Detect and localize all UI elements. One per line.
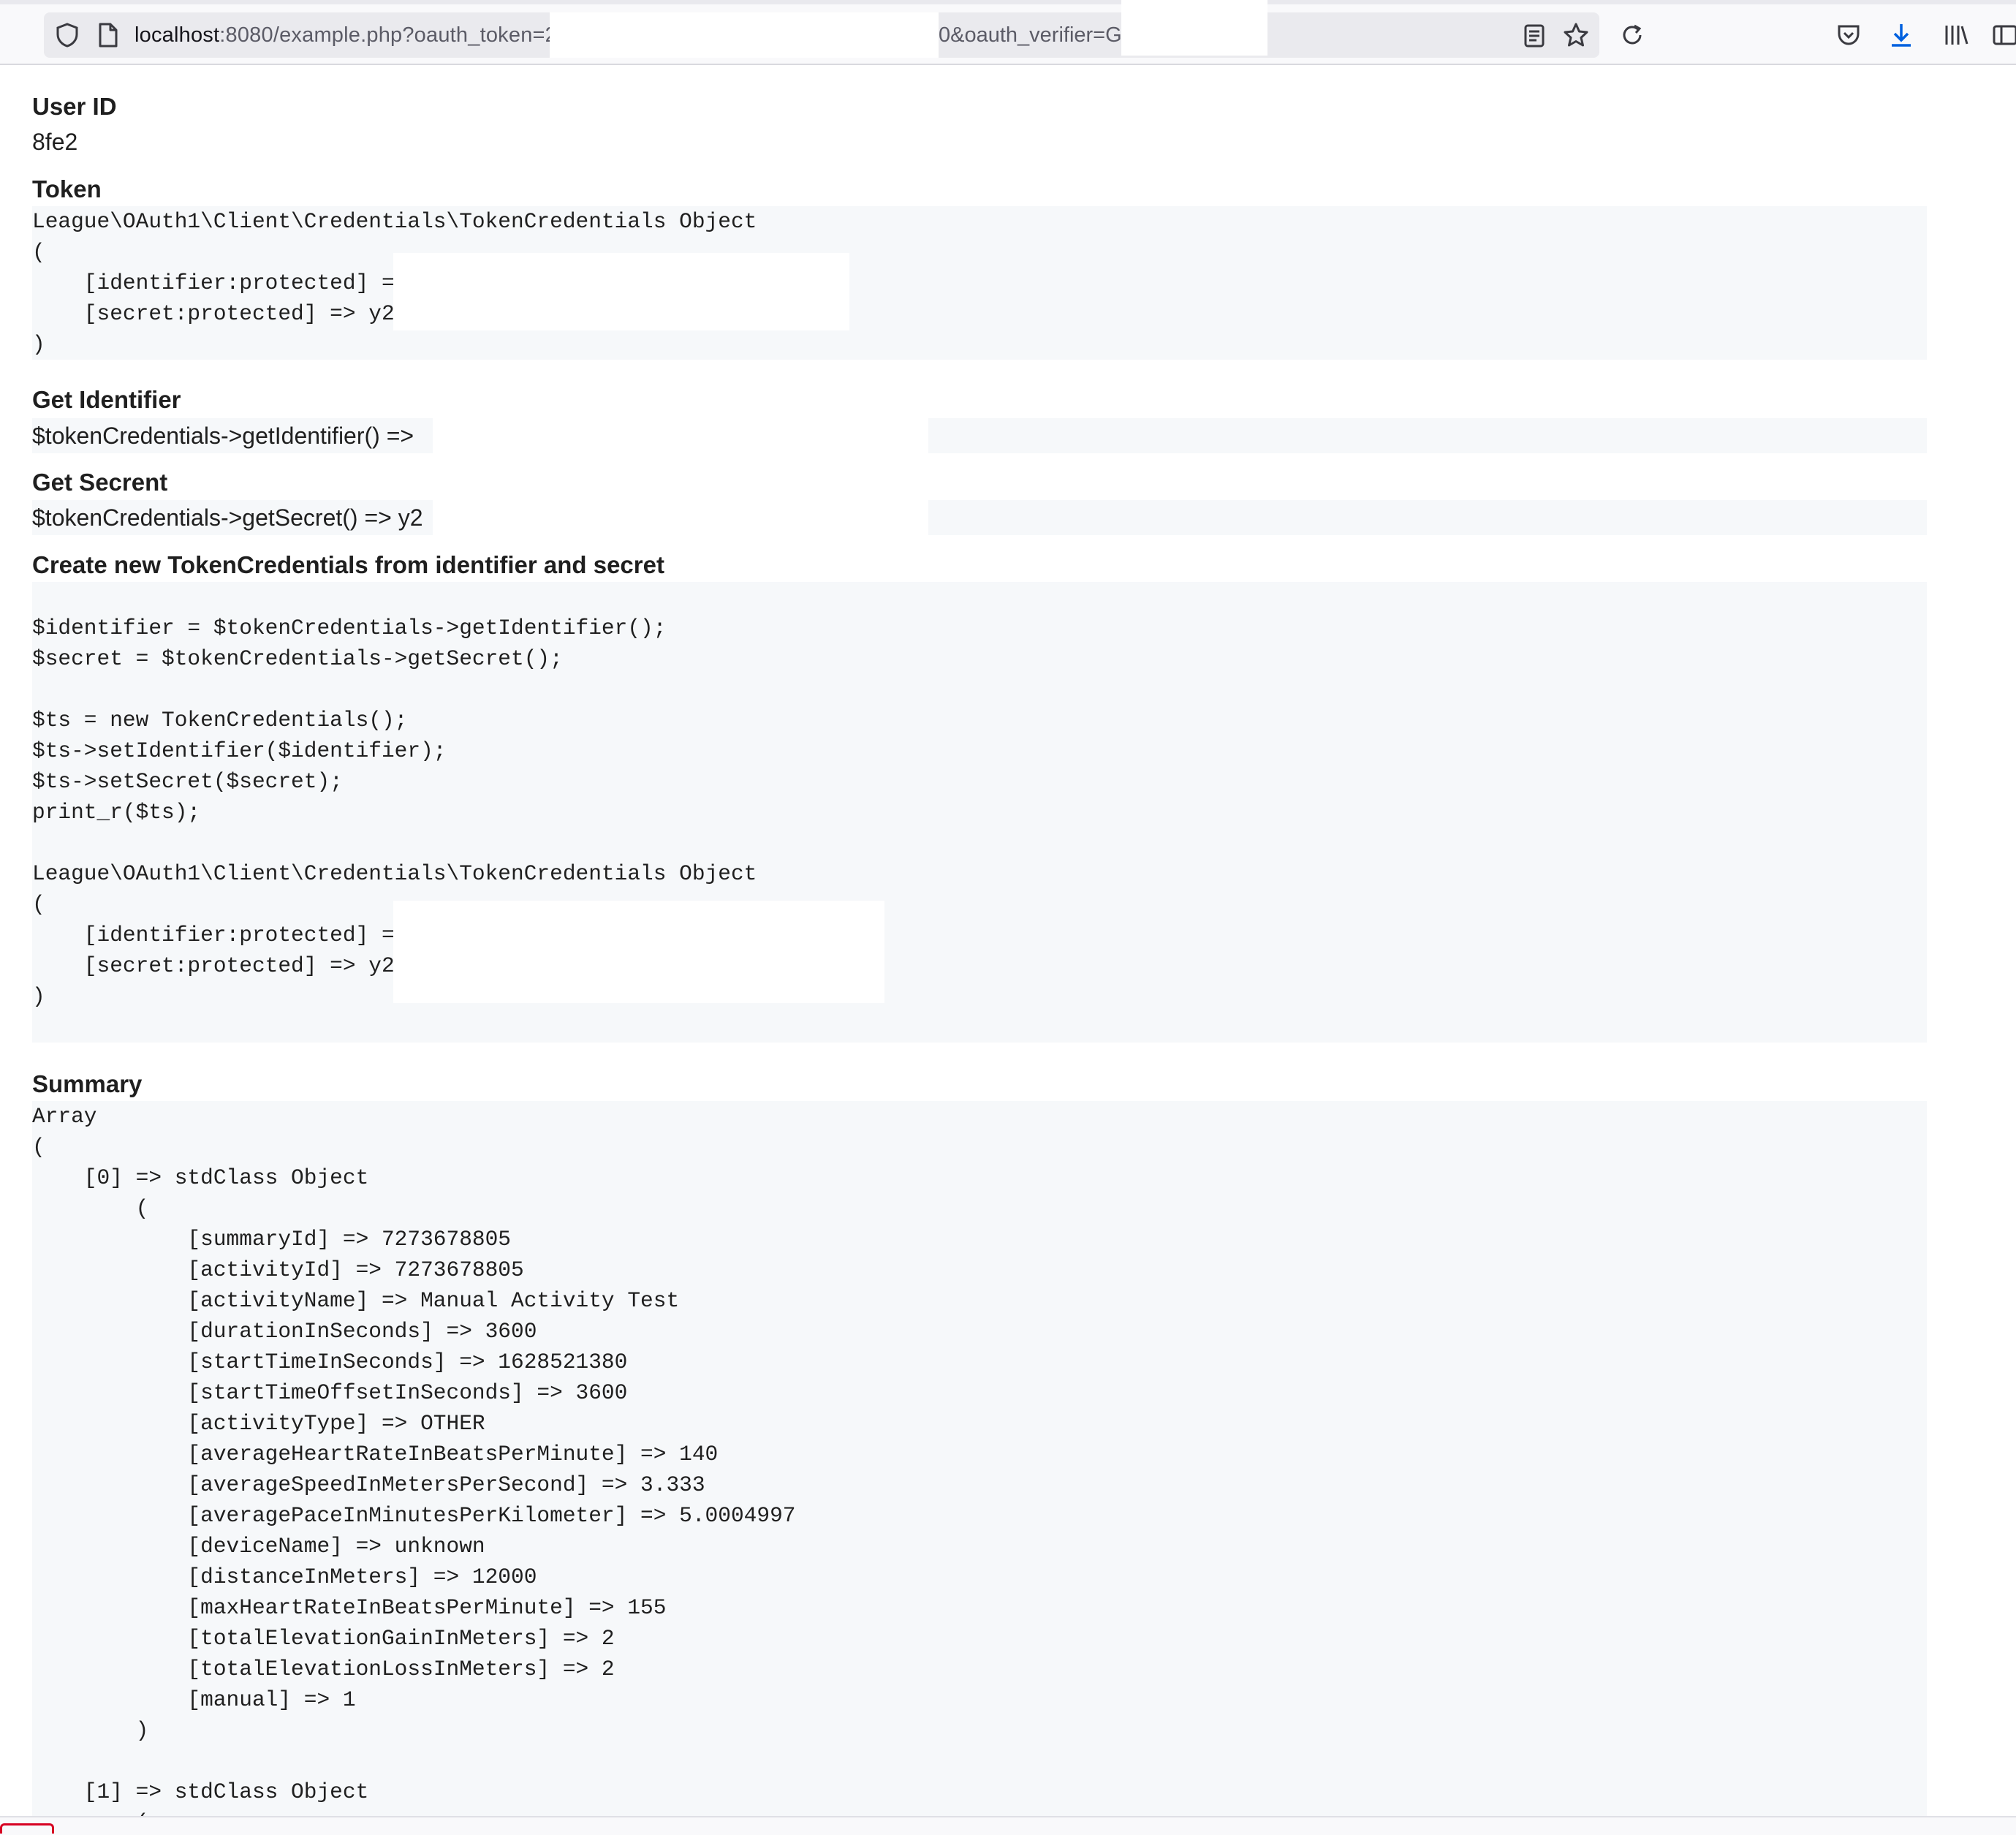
tab-strip-edge [0, 0, 2016, 4]
url-path: :8080/example.php?oauth_token=2 [219, 23, 557, 47]
token-dump-block: League\OAuth1\Client\Credentials\TokenCr… [32, 206, 1927, 360]
sidebar-icon[interactable] [1993, 24, 2016, 46]
create-code-block: $identifier = $tokenCredentials->getIden… [32, 582, 1927, 1043]
user-id-heading: User ID [32, 93, 117, 120]
reload-icon[interactable] [1620, 23, 1645, 48]
bookmark-star-icon[interactable] [1563, 22, 1589, 48]
token-heading: Token [32, 175, 102, 203]
url-text[interactable]: localhost:8080/example.php?oauth_token=2 [134, 12, 557, 58]
library-icon[interactable] [1943, 23, 1969, 47]
bottom-tab-indicator [0, 1823, 54, 1834]
code-background [928, 418, 1927, 453]
shield-icon[interactable] [56, 23, 79, 48]
status-bar [0, 1816, 2016, 1835]
redaction-block [550, 12, 939, 58]
redaction-block [393, 253, 849, 330]
get-secret-heading: Get Secrent [32, 469, 168, 496]
url-host: localhost [134, 23, 220, 47]
browser-toolbar: localhost:8080/example.php?oauth_token=2… [0, 0, 2016, 65]
download-icon[interactable] [1889, 22, 1914, 48]
pocket-icon[interactable] [1836, 23, 1861, 47]
summary-heading: Summary [32, 1070, 143, 1097]
redaction-block [393, 901, 884, 1003]
redaction-block [1121, 0, 1267, 56]
get-secret-code: $tokenCredentials->getSecret() => y2 [32, 500, 433, 535]
summary-dump: Array ( [0] => stdClass Object ( [summar… [32, 1104, 796, 1816]
reader-view-icon[interactable] [1523, 24, 1545, 48]
page-icon [98, 23, 118, 48]
get-identifier-code: $tokenCredentials->getIdentifier() => [32, 418, 433, 453]
get-identifier-heading: Get Identifier [32, 386, 181, 413]
summary-dump-block: Array ( [0] => stdClass Object ( [summar… [32, 1101, 1927, 1816]
code-background [928, 500, 1927, 535]
user-id-value: 8fe2 [32, 129, 78, 155]
url-query-tail: 0&oauth_verifier=G [939, 23, 1122, 47]
create-heading: Create new TokenCredentials from identif… [32, 551, 664, 578]
